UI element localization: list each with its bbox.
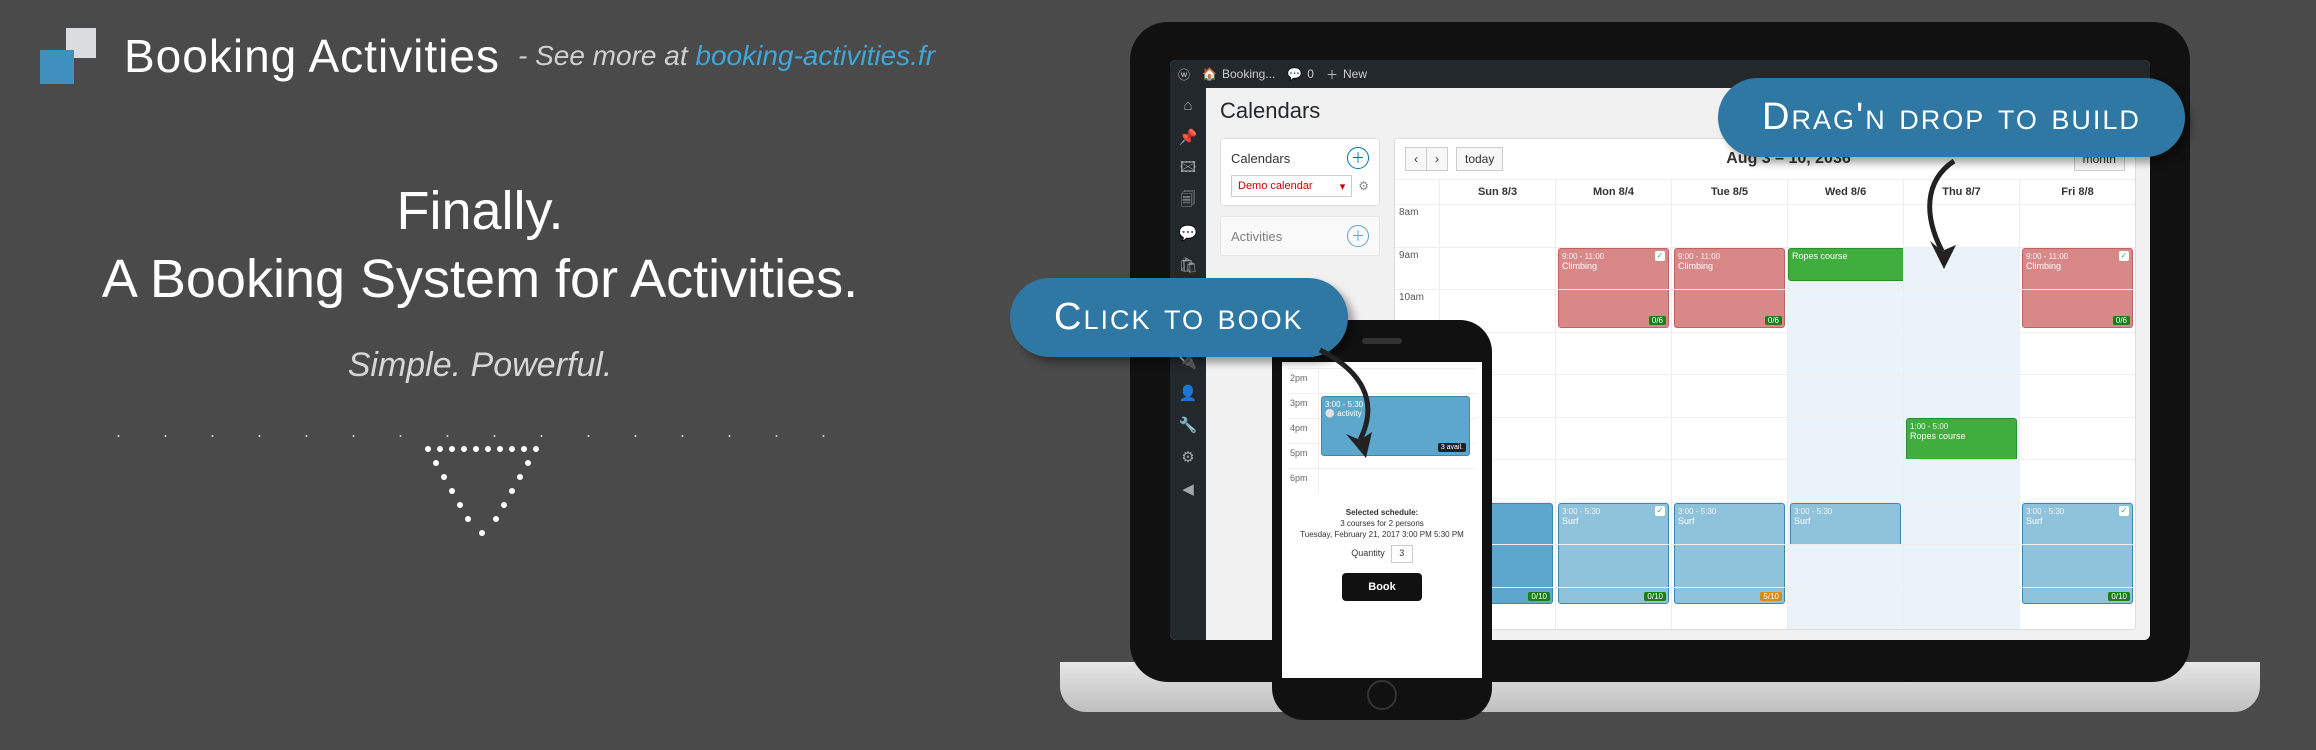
wp-comments-count: 0: [1307, 67, 1314, 81]
day-mon: Mon 8/4: [1555, 180, 1671, 204]
wp-site-name: Booking...: [1222, 67, 1275, 81]
cal-next-button[interactable]: ›: [1427, 147, 1448, 171]
users-icon[interactable]: 👤: [1170, 378, 1206, 408]
media-icon[interactable]: 🖾: [1170, 154, 1206, 184]
brand-header: Booking Activities - See more at booking…: [40, 28, 935, 84]
settings-icon[interactable]: ⚙: [1170, 442, 1206, 472]
selected-schedule-label: Selected schedule:: [1292, 507, 1472, 518]
arrow-drag-to-build: [1894, 156, 1984, 276]
panel-activities: Activities ＋: [1220, 216, 1380, 256]
divider-dots: · · · · · · · · · · · · · · · ·: [116, 425, 845, 446]
book-button[interactable]: Book: [1342, 573, 1422, 601]
add-activity-button[interactable]: ＋: [1347, 225, 1369, 247]
calendar-select[interactable]: Demo calendar▾: [1231, 175, 1352, 197]
collapse-icon[interactable]: ◀: [1170, 474, 1206, 504]
cal-day-headers: Sun 8/3 Mon 8/4 Tue 8/5 Wed 8/6 Thu 8/7 …: [1395, 179, 2135, 204]
phone-home-button[interactable]: [1367, 680, 1397, 710]
comments-icon[interactable]: 💬: [1170, 218, 1206, 248]
pin-icon[interactable]: 📌: [1170, 122, 1206, 152]
cal-today-button[interactable]: today: [1456, 147, 1503, 171]
logo-icon: [40, 28, 96, 84]
panel-calendars: Calendars ＋ Demo calendar▾ ⚙: [1220, 138, 1380, 206]
calendar-settings-icon[interactable]: ⚙: [1358, 179, 1369, 193]
selected-line2: Tuesday, February 21, 2017 3:00 PM 5:30 …: [1300, 530, 1464, 539]
day-tue: Tue 8/5: [1671, 180, 1787, 204]
quantity-stepper[interactable]: 3: [1391, 545, 1413, 563]
pages-icon[interactable]: 🗐: [1170, 186, 1206, 216]
calendar-editor: ‹ › today Aug 3 – 10, 2036 month: [1394, 138, 2136, 630]
day-fri: Fri 8/8: [2019, 180, 2135, 204]
hero-line1: Finally.: [396, 180, 563, 242]
cal-grid[interactable]: 8am 9am 9:00 - 11:00Climbing✓0/6 9:00 - …: [1395, 204, 2135, 629]
wp-comments-link[interactable]: 💬 0: [1287, 67, 1314, 81]
see-more-label: - See more at: [518, 40, 695, 71]
arrow-click-to-book: [1300, 340, 1410, 470]
hero-line2: A Booking System for Activities.: [102, 248, 858, 310]
tools-icon[interactable]: 🔧: [1170, 410, 1206, 440]
day-wed: Wed 8/6: [1787, 180, 1903, 204]
selected-line1: 3 courses for 2 persons: [1340, 519, 1424, 528]
brand-title: Booking Activities: [124, 29, 500, 83]
hero-copy: Finally. A Booking System for Activities…: [0, 180, 960, 536]
quantity-label: Quantity: [1351, 547, 1385, 560]
dashboard-icon[interactable]: ⌂: [1170, 90, 1206, 120]
check-icon: ✓: [1655, 251, 1665, 261]
products-icon[interactable]: 🛍: [1170, 250, 1206, 280]
phone-selected-info: Selected schedule: 3 courses for 2 perso…: [1282, 499, 1482, 609]
panel-calendars-title: Calendars: [1231, 151, 1290, 166]
callout-drag-to-build: Drag'n drop to build: [1718, 78, 2185, 157]
brand-subtitle: - See more at booking-activities.fr: [518, 40, 935, 72]
wp-site-link[interactable]: 🏠 Booking...: [1202, 67, 1275, 81]
check-icon: ✓: [2119, 251, 2129, 261]
panel-activities-title: Activities: [1231, 229, 1282, 244]
check-icon: ✓: [1655, 506, 1665, 516]
wp-new-link[interactable]: ＋ New: [1326, 66, 1367, 83]
wp-logo-icon[interactable]: ⓦ: [1178, 66, 1190, 83]
check-icon: ✓: [2119, 506, 2129, 516]
callout-click-to-book: Click to book: [1010, 278, 1348, 357]
day-sun: Sun 8/3: [1439, 180, 1555, 204]
cal-prev-button[interactable]: ‹: [1405, 147, 1427, 171]
brand-link[interactable]: booking-activities.fr: [695, 40, 935, 71]
wp-new-label: New: [1343, 67, 1367, 81]
hero-line3: Simple. Powerful.: [348, 346, 613, 385]
calendar-select-value: Demo calendar: [1238, 180, 1313, 192]
chevron-down-icon: [425, 446, 535, 536]
wp-admin-sidebar: ⌂ 📌 🖾 🗐 💬 🛍 📅 🖌 🔌 👤 🔧 ⚙ ◀: [1170, 88, 1206, 640]
add-calendar-button[interactable]: ＋: [1347, 147, 1369, 169]
